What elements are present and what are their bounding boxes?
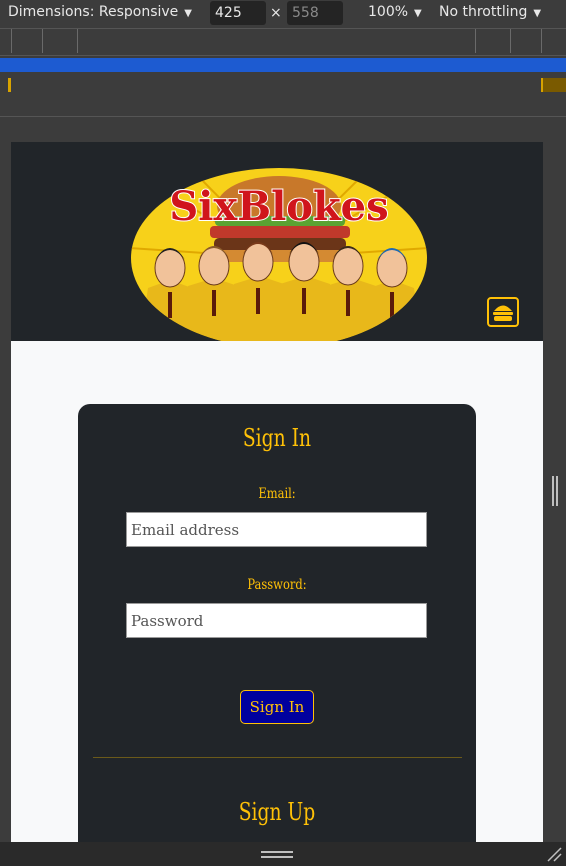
throttling-dropdown[interactable]: No throttling ▼ (439, 4, 541, 20)
media-query-divider (475, 29, 476, 53)
min-width-marker (8, 78, 11, 92)
media-query-divider (510, 29, 511, 53)
throttling-label: No throttling (439, 4, 528, 20)
min-width-marker (541, 78, 566, 92)
chevron-down-icon: ▼ (414, 8, 422, 19)
media-query-divider (11, 29, 12, 53)
zoom-dropdown[interactable]: 100% ▼ (368, 4, 422, 20)
email-field[interactable] (126, 512, 427, 547)
nav-toggle-button[interactable] (487, 297, 519, 327)
zoom-label: 100% (368, 4, 409, 20)
media-query-divider (77, 29, 78, 53)
devtools-device-toolbar: Dimensions: Responsive ▼ 425 × 558 100% ▼ … (0, 0, 566, 28)
email-label: Email: (258, 486, 296, 502)
chevron-down-icon: ▼ (184, 8, 192, 19)
media-query-divider (42, 29, 43, 53)
media-query-bar[interactable] (0, 28, 566, 56)
auth-card: Sign In Email: Password: Sign In Sign Up (78, 404, 476, 842)
height-input[interactable]: 558 (287, 1, 343, 25)
media-query-min-width-bar[interactable] (0, 72, 566, 100)
media-query-max-width-bar[interactable] (0, 58, 566, 72)
device-viewport: SixBlokes Sign In Email: Password: Sign … (11, 142, 543, 842)
resize-corner-icon[interactable] (545, 845, 563, 863)
password-label: Password: (247, 577, 307, 593)
viewport-resize-handle-right[interactable] (552, 476, 554, 506)
viewport-resize-handle-bottom[interactable] (261, 851, 293, 853)
signup-title: Sign Up (238, 798, 316, 826)
media-query-divider (541, 29, 542, 53)
logo-text: SixBlokes (169, 183, 388, 230)
signin-title: Sign In (242, 424, 312, 452)
sixblokes-logo[interactable]: SixBlokes (130, 168, 428, 341)
width-input[interactable]: 425 (210, 1, 266, 25)
form-divider (93, 757, 462, 758)
dimensions-dropdown[interactable]: Dimensions: Responsive ▼ (8, 4, 192, 20)
viewport-bottom-bar (0, 842, 566, 866)
ruler-separator (0, 116, 566, 117)
burger-icon (493, 305, 513, 321)
site-header: SixBlokes (11, 142, 543, 341)
chevron-down-icon: ▼ (533, 8, 542, 19)
dimensions-label: Dimensions: Responsive (8, 4, 179, 20)
password-field[interactable] (126, 603, 427, 638)
dimension-separator: × (270, 5, 282, 21)
signin-button[interactable]: Sign In (240, 690, 314, 724)
